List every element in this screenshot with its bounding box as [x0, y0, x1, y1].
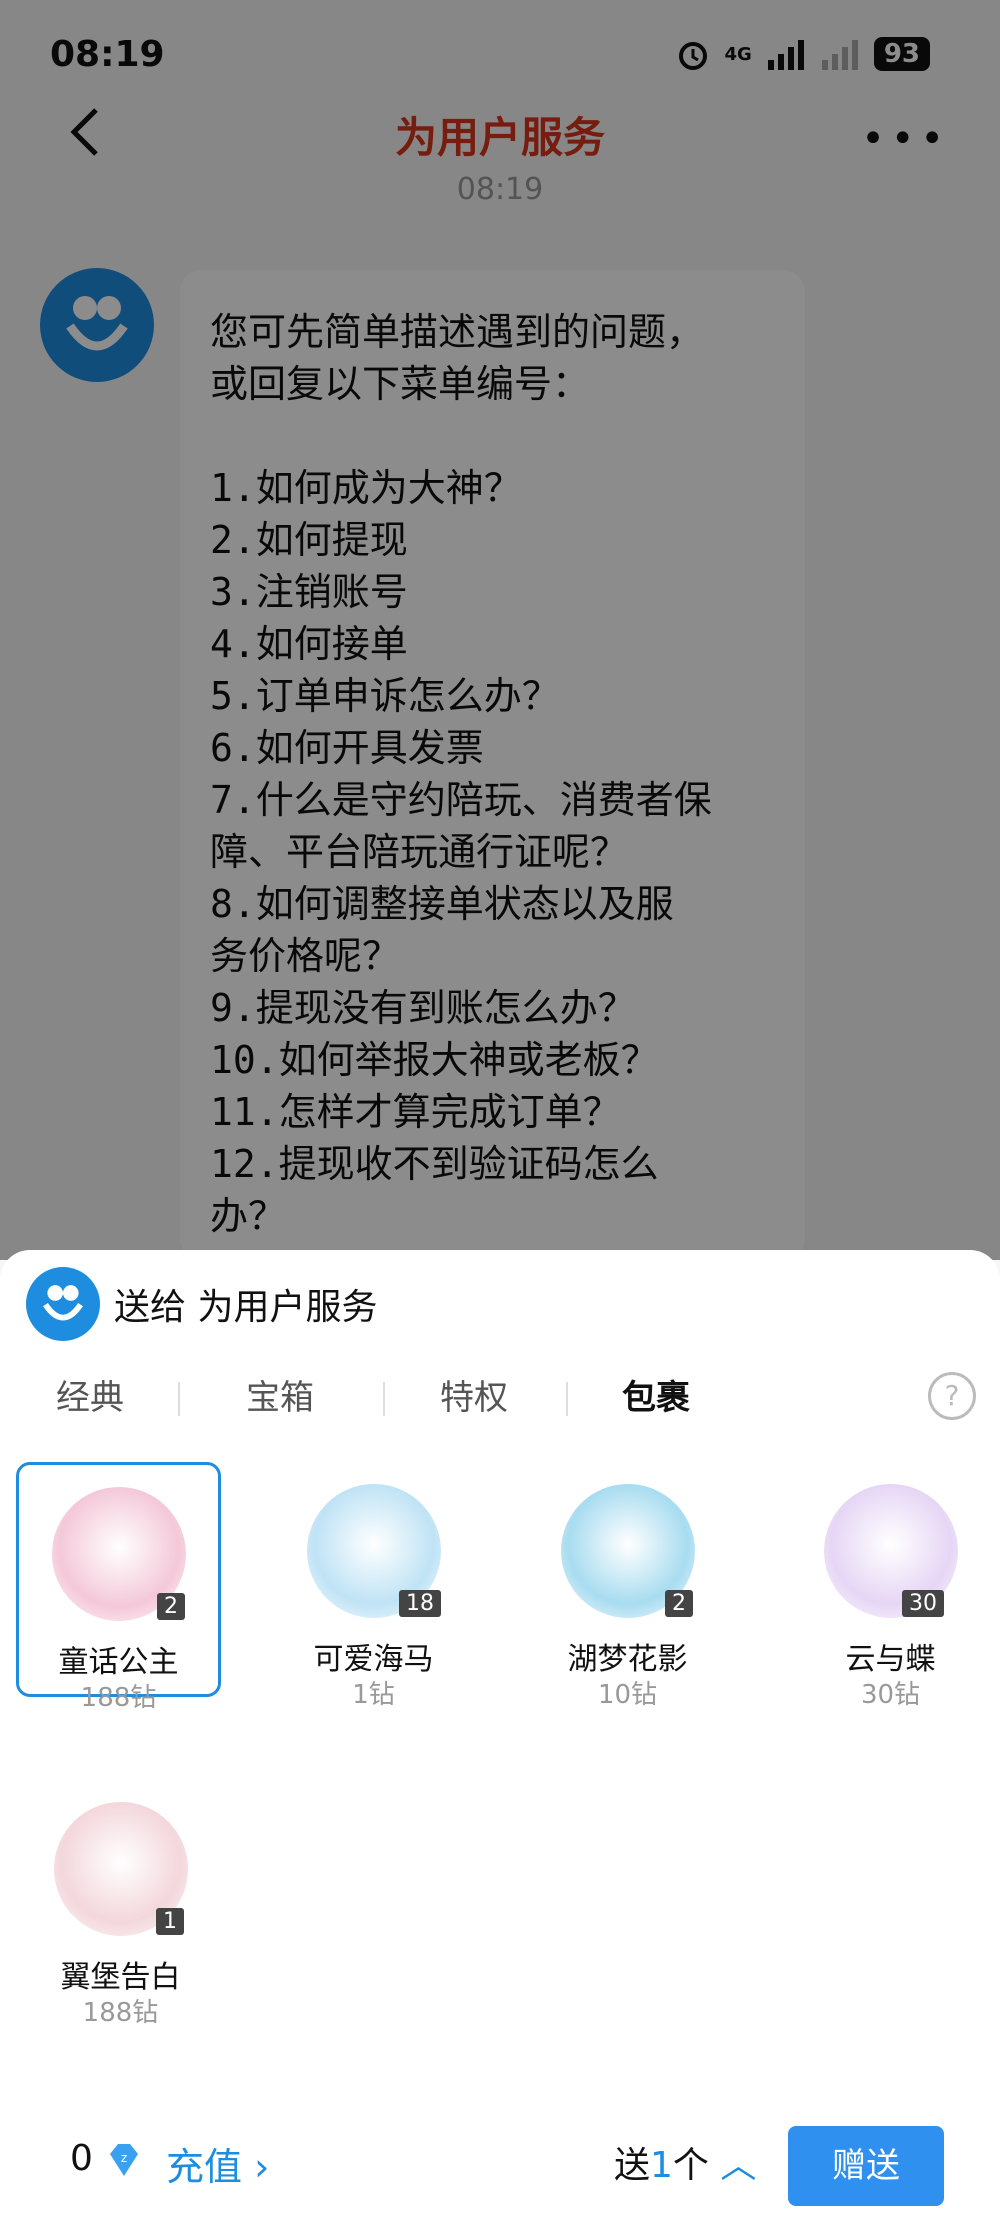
- svg-text:z: z: [121, 2151, 127, 2165]
- sheet-header: 送给 为用户服务: [26, 1266, 377, 1342]
- gift-tabs: 经典 宝箱 特权 包裹: [0, 1370, 1000, 1426]
- diamond-balance: 0: [70, 2138, 93, 2179]
- tab-treasure-box[interactable]: 宝箱: [246, 1370, 314, 1419]
- quantity-prefix: 送: [614, 2145, 651, 2186]
- gift-count-badge: 2: [157, 1593, 185, 1620]
- gift-item[interactable]: 1 翼堡告白 188钻: [18, 1780, 223, 2028]
- dim-overlay[interactable]: [0, 0, 1000, 1260]
- tab-privilege[interactable]: 特权: [440, 1370, 508, 1419]
- gift-price: 30钻: [860, 1680, 921, 1710]
- recharge-label: 充值: [166, 2145, 243, 2189]
- tab-classic[interactable]: 经典: [56, 1370, 124, 1419]
- gift-count-badge: 2: [665, 1590, 693, 1617]
- gift-name: 湖梦花影: [567, 1642, 688, 1677]
- tab-divider: [566, 1382, 568, 1416]
- tab-divider: [383, 1382, 385, 1416]
- help-icon[interactable]: ?: [928, 1372, 976, 1420]
- gift-price: 188钻: [82, 1998, 159, 2028]
- tab-divider: [178, 1382, 180, 1416]
- gift-item[interactable]: 18 可爱海马 1钻: [271, 1462, 476, 1710]
- gift-count-badge: 1: [156, 1908, 184, 1935]
- quantity-value: 1: [650, 2145, 673, 2186]
- gift-price: 1钻: [352, 1680, 395, 1710]
- gift-item[interactable]: 2 童话公主 188钻: [16, 1462, 221, 1713]
- gift-name: 翼堡告白: [60, 1960, 181, 1995]
- quantity-selector[interactable]: 送1个 ︿: [614, 2136, 756, 2188]
- gift-count-badge: 30: [902, 1590, 944, 1617]
- gift-price: 188钻: [80, 1683, 157, 1713]
- gift-name: 童话公主: [58, 1645, 179, 1680]
- gift-price: 10钻: [597, 1680, 658, 1710]
- chevron-right-icon: ›: [254, 2145, 270, 2189]
- gift-item[interactable]: 2 湖梦花影 10钻: [525, 1462, 730, 1710]
- recipient-avatar: [26, 1267, 100, 1341]
- diamond-icon: z: [110, 2144, 138, 2176]
- gift-name: 云与蝶: [845, 1642, 936, 1677]
- recharge-link[interactable]: 充值 ›: [166, 2136, 269, 2191]
- service-logo-icon: [43, 1285, 83, 1321]
- gift-count-badge: 18: [399, 1590, 441, 1617]
- bottom-bar: 0 z 充值 › 送1个 ︿ 赠送: [0, 2118, 1000, 2208]
- tab-package[interactable]: 包裹: [622, 1370, 690, 1419]
- gift-name: 可爱海马: [313, 1642, 434, 1677]
- quantity-unit: 个: [672, 2145, 709, 2186]
- gift-sheet: 送给 为用户服务 经典 宝箱 特权 包裹 ? 2 童话公主 188钻 18 可爱…: [0, 1250, 1000, 2235]
- chevron-up-icon: ︿: [720, 2145, 757, 2186]
- sheet-title: 送给 为用户服务: [114, 1287, 378, 1328]
- gift-item[interactable]: 30 云与蝶 30钻: [788, 1462, 993, 1710]
- gift-send-button[interactable]: 赠送: [788, 2126, 944, 2206]
